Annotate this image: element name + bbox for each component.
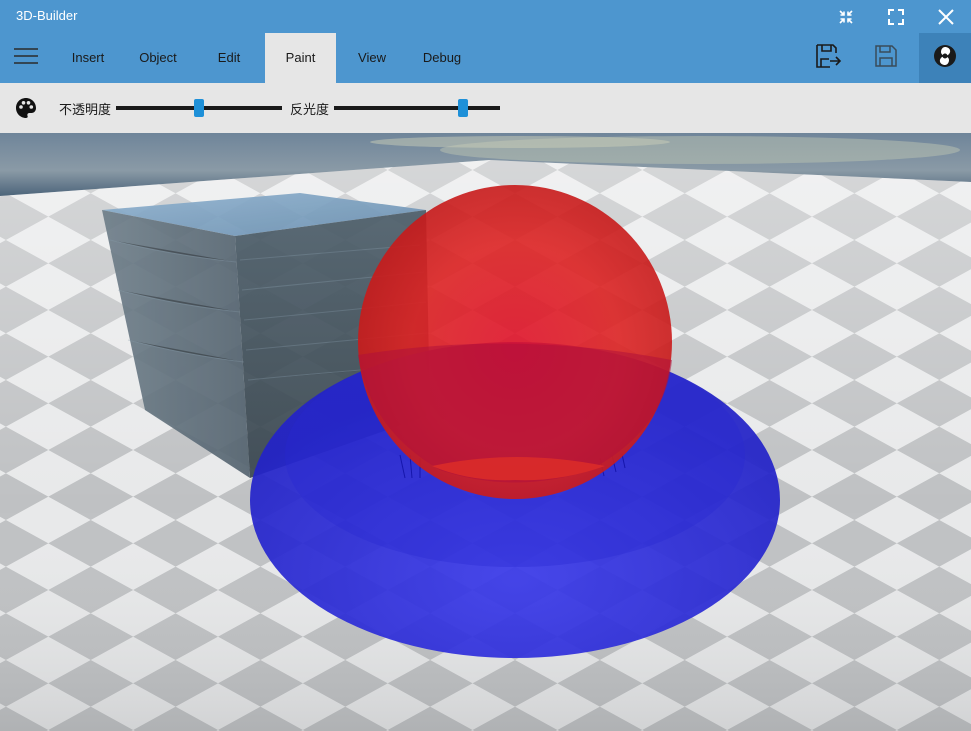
3d-viewport[interactable]	[0, 133, 971, 731]
title-bar: 3D-Builder	[0, 0, 971, 33]
tab-debug[interactable]: Debug	[410, 33, 474, 83]
ribbon: Insert Object Edit Paint View Debug	[0, 33, 971, 83]
reflectivity-slider[interactable]	[334, 98, 500, 118]
sphere-object[interactable]	[358, 185, 672, 499]
tab-insert[interactable]: Insert	[58, 33, 118, 83]
menu-button[interactable]	[0, 33, 52, 83]
collapse-icon	[838, 9, 854, 25]
save-as-icon	[814, 42, 842, 75]
paint-toolbar: 不透明度 反光度	[0, 83, 971, 133]
hamburger-icon	[14, 47, 38, 69]
tab-object[interactable]: Object	[128, 33, 188, 83]
tab-edit[interactable]: Edit	[200, 33, 258, 83]
opacity-slider-thumb[interactable]	[194, 99, 204, 117]
fullscreen-icon	[887, 8, 905, 26]
account-icon	[932, 43, 958, 74]
close-icon	[937, 8, 955, 26]
save-as-button[interactable]	[802, 33, 854, 83]
sea-glint	[370, 136, 670, 148]
tab-paint[interactable]: Paint	[265, 33, 336, 83]
reflectivity-slider-thumb[interactable]	[458, 99, 469, 117]
close-button[interactable]	[921, 0, 971, 33]
collapse-button[interactable]	[821, 0, 871, 33]
save-icon	[874, 44, 898, 73]
opacity-slider[interactable]	[116, 98, 282, 118]
reflectivity-label: 反光度	[290, 103, 330, 118]
opacity-label: 不透明度	[59, 103, 112, 118]
account-button[interactable]	[919, 33, 971, 83]
palette-icon[interactable]	[14, 96, 38, 120]
app-title: 3D-Builder	[16, 8, 78, 23]
tab-view[interactable]: View	[344, 33, 400, 83]
save-button[interactable]	[860, 33, 912, 83]
fullscreen-button[interactable]	[871, 0, 921, 33]
reflectivity-slider-track[interactable]	[334, 106, 500, 110]
